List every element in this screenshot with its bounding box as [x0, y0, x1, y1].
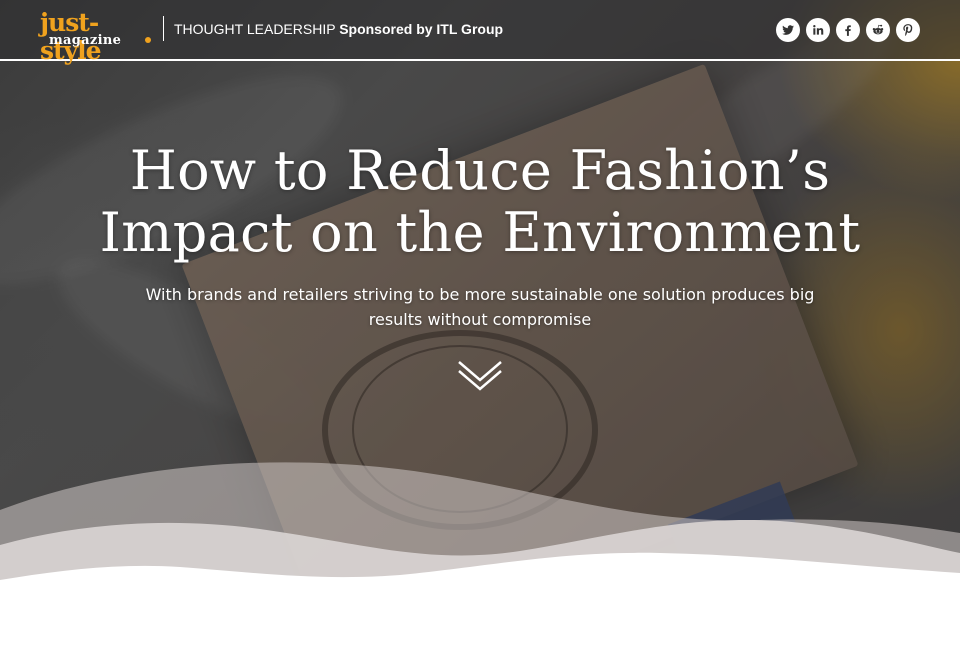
- header-divider: [163, 16, 164, 41]
- scroll-down-button[interactable]: [456, 358, 504, 394]
- chevron-down-double-icon: [458, 361, 502, 391]
- linkedin-icon: [813, 25, 824, 35]
- sponsor-tagline: THOUGHT LEADERSHIP Sponsored by ITL Grou…: [174, 20, 503, 38]
- logo-dot: [145, 37, 151, 43]
- hero-title-line2: Impact on the Environment: [99, 201, 861, 264]
- just-style-logo[interactable]: just-style magazine: [40, 9, 156, 65]
- linkedin-share-button[interactable]: [806, 18, 830, 42]
- facebook-icon: [845, 25, 851, 36]
- hero-title-line1: How to Reduce Fashion’s: [129, 139, 831, 202]
- hero-subtitle-line1: With brands and retailers striving to be…: [145, 285, 815, 304]
- reddit-icon: [872, 24, 884, 35]
- logo-submark: magazine: [49, 33, 122, 48]
- hero-title: How to Reduce Fashion’s Impact on the En…: [40, 140, 920, 264]
- pinterest-share-button[interactable]: [896, 18, 920, 42]
- top-bar: just-style magazine THOUGHT LEADERSHIP S…: [0, 0, 960, 65]
- content-area: [0, 600, 960, 655]
- pinterest-icon: [903, 24, 913, 36]
- section-label: THOUGHT LEADERSHIP: [174, 21, 336, 37]
- twitter-share-button[interactable]: [776, 18, 800, 42]
- reddit-share-button[interactable]: [866, 18, 890, 42]
- hero-subtitle-line2: results without compromise: [368, 310, 592, 329]
- facebook-share-button[interactable]: [836, 18, 860, 42]
- sponsor-label: Sponsored by ITL Group: [339, 21, 504, 37]
- twitter-icon: [782, 25, 794, 35]
- hero-subtitle: With brands and retailers striving to be…: [140, 282, 820, 332]
